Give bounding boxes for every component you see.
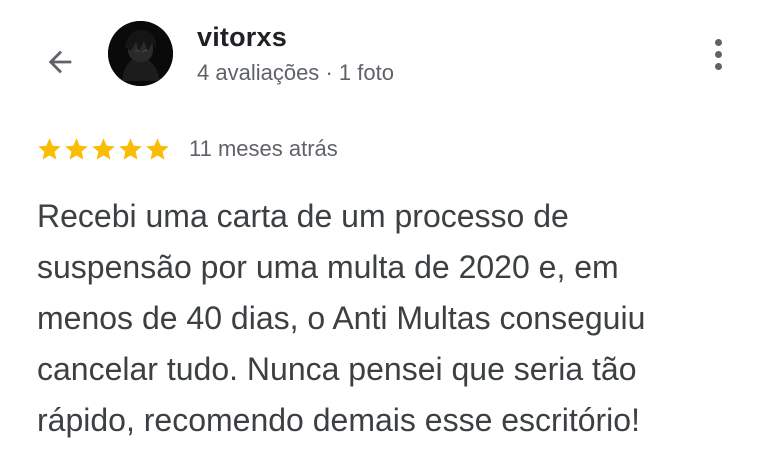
more-vert-icon-dot-3: [714, 62, 722, 70]
rating-row: 11 meses atrás: [36, 134, 338, 164]
review-line: Recebi uma carta de um processo de: [37, 198, 569, 234]
star-icon: [38, 137, 61, 160]
star-icon: [119, 137, 142, 160]
more-vert-icon-dot-1: [714, 38, 722, 46]
review-line: cancelar tudo. Nunca pensei que seria tã…: [37, 351, 637, 387]
arrow-left-icon: [48, 50, 72, 74]
back-button[interactable]: [36, 38, 84, 86]
reviews-count: 4 avaliações: [197, 60, 320, 85]
more-options-button[interactable]: [700, 34, 736, 74]
user-name[interactable]: vitorxs: [197, 22, 287, 53]
star-icon: [65, 137, 88, 160]
star-rating: [36, 136, 171, 163]
avatar[interactable]: [108, 21, 173, 86]
star-icon: [146, 137, 169, 160]
more-vert-icon-dot-2: [714, 50, 722, 58]
review-line: rápido, recomendo demais esse escritório…: [37, 402, 640, 438]
star-icon: [92, 137, 115, 160]
meta-separator: ·: [325, 60, 333, 85]
review-time: 11 meses atrás: [189, 136, 338, 161]
user-meta: 4 avaliações · 1 foto: [197, 60, 394, 86]
review-line: menos de 40 dias, o Anti Multas consegui…: [37, 300, 646, 336]
review-line: suspensão por uma multa de 2020 e, em: [37, 249, 619, 285]
review-header: vitorxs 4 avaliações · 1 foto: [0, 0, 771, 110]
avatar-image: [108, 21, 173, 86]
photos-count: 1 foto: [338, 60, 394, 85]
review-text: Recebi uma carta de um processo de suspe…: [37, 191, 757, 446]
